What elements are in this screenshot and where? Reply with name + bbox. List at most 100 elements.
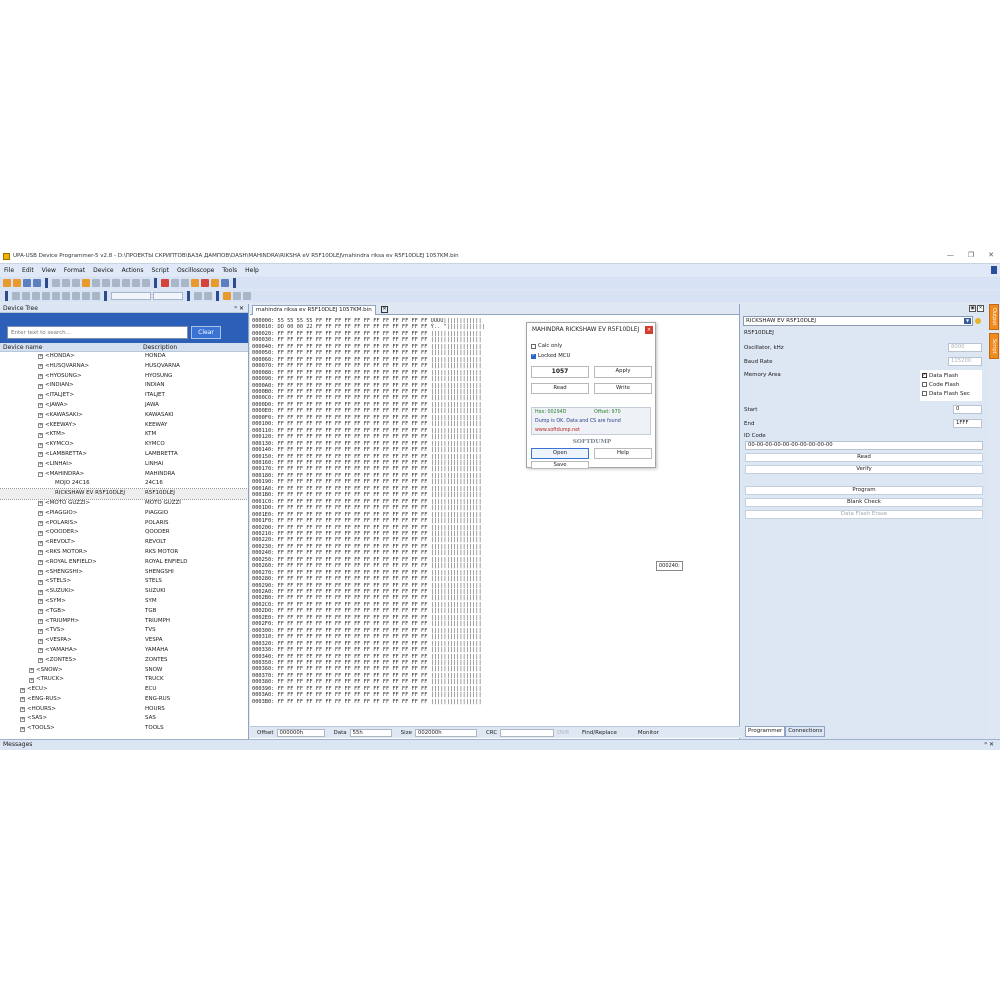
hex-bytes[interactable]: FF FF FF FF FF FF FF FF FF FF FF FF FF F… — [278, 673, 428, 679]
tree-row[interactable]: + <KEEWAY> KEEWAY — [0, 421, 248, 431]
read-button[interactable]: Read — [531, 383, 589, 394]
tree-row[interactable]: + <ROYAL ENFIELD> ROYAL ENFIELD — [0, 558, 248, 568]
hex-bytes[interactable]: FF FF FF FF FF FF FF FF FF FF FF FF FF F… — [278, 615, 428, 621]
hex-ascii[interactable]: |||||||||||||||| — [431, 466, 482, 472]
hex-ascii[interactable]: |||||||||||||||| — [431, 647, 482, 653]
expand-icon[interactable]: + — [38, 374, 43, 379]
hex-ascii[interactable]: |||||||||||||||| — [431, 447, 482, 453]
hex-bytes[interactable]: FF FF FF FF FF FF FF FF FF FF FF FF FF F… — [278, 389, 428, 395]
expand-icon[interactable]: + — [38, 393, 43, 399]
tree-row[interactable]: + <SUZUKI> SUZUKI — [0, 587, 248, 597]
tree-row[interactable]: MOJO 24C16 24C16 — [0, 479, 248, 489]
baud-rate-select[interactable]: 115200 — [948, 357, 982, 366]
hex-ascii[interactable]: |||||||||||||||| — [431, 641, 482, 647]
tree-row[interactable]: + <SAS> SAS — [0, 714, 248, 724]
save-button[interactable]: Save — [531, 461, 589, 469]
expand-icon[interactable]: + — [20, 697, 25, 703]
collapse-icon[interactable]: − — [38, 471, 43, 477]
menu-format[interactable]: Format — [64, 267, 85, 274]
menu-file[interactable]: File — [4, 267, 14, 274]
font-select[interactable] — [111, 292, 151, 300]
tree-row[interactable]: + <MOTO GUZZI> MOTO GUZZI — [0, 499, 248, 509]
minimize-icon[interactable]: — — [947, 251, 954, 259]
hex-bytes[interactable]: FF FF FF FF FF FF FF FF FF FF FF FF FF F… — [278, 383, 428, 389]
hex-bytes[interactable]: FF FF FF FF FF FF FF FF FF FF FF FF FF F… — [278, 447, 428, 453]
expand-icon[interactable]: + — [20, 707, 25, 713]
expand-icon[interactable]: + — [38, 658, 43, 664]
words-icon[interactable] — [82, 292, 90, 300]
hex-bytes[interactable]: FF FF FF FF FF FF FF FF FF FF FF FF FF F… — [278, 337, 428, 343]
hex-ascii[interactable]: |||||||||||||||| — [431, 525, 482, 531]
align-left-icon[interactable] — [22, 292, 30, 300]
hex-bytes[interactable]: FF FF FF FF FF FF FF FF FF FF FF FF FF F… — [278, 557, 428, 563]
locked-mcu-checkbox[interactable]: Locked MCU — [531, 352, 570, 359]
find-replace-tab[interactable]: Find/Replace — [582, 730, 617, 736]
hex-ascii[interactable]: |||||||||||||||| — [431, 408, 482, 414]
hex-bytes[interactable]: FF FF FF FF FF FF FF FF FF FF FF FF FF F… — [278, 363, 428, 369]
expand-icon[interactable]: + — [38, 530, 43, 536]
hex-bytes[interactable]: FF FF FF FF FF FF FF FF FF FF FF FF FF F… — [278, 486, 428, 492]
menu-script[interactable]: Script — [152, 267, 169, 274]
hex-ascii[interactable]: |||||||||||||||| — [431, 402, 482, 408]
data-flash-erase-button[interactable]: Data Flash Erase — [745, 510, 983, 519]
hex-ascii[interactable]: |||||||||||||||| — [431, 518, 482, 524]
menu-edit[interactable]: Edit — [22, 267, 34, 274]
hex-bytes[interactable]: FF FF FF FF FF FF FF FF FF FF FF FF FF F… — [278, 537, 428, 543]
hex-bytes[interactable]: FF FF FF FF FF FF FF FF FF FF FF FF FF F… — [278, 608, 428, 614]
tree-row[interactable]: + <QOODER> QOODER — [0, 528, 248, 538]
help-button[interactable]: Help — [594, 448, 652, 459]
align-center-icon[interactable] — [32, 292, 40, 300]
hex-ascii[interactable]: |||||||||||||||| — [431, 583, 482, 589]
hex-ascii[interactable]: |||||||||||||||| — [431, 550, 482, 556]
info-icon[interactable] — [221, 279, 229, 287]
pin-close-icon[interactable]: ᵖ ✕ — [234, 304, 244, 313]
tree-row[interactable]: + <HYOSUNG> HYOSUNG — [0, 372, 248, 382]
expand-icon[interactable]: + — [38, 609, 43, 615]
tree-row[interactable]: + <SHENGSHI> SHENGSHI — [0, 568, 248, 578]
folder-icon[interactable] — [82, 279, 90, 287]
expand-icon[interactable]: + — [38, 618, 43, 624]
dropdown-icon[interactable] — [243, 292, 251, 300]
hex-bytes[interactable]: FF FF FF FF FF FF FF FF FF FF FF FF FF F… — [278, 441, 428, 447]
hex-ascii[interactable]: |||||||||||||||| — [431, 331, 482, 337]
tree-row[interactable]: + <TGB> TGB — [0, 607, 248, 617]
size-field[interactable]: 002000h — [414, 728, 477, 737]
open-icon[interactable] — [13, 279, 21, 287]
hex-bytes[interactable]: FF FF FF FF FF FF FF FF FF FF FF FF FF F… — [278, 525, 428, 531]
hex-bytes[interactable]: FF FF FF FF FF FF FF FF FF FF FF FF FF F… — [278, 357, 428, 363]
tree-row[interactable]: + <RKS MOTOR> RKS MOTOR — [0, 548, 248, 558]
format-icon[interactable] — [12, 292, 20, 300]
expand-icon[interactable]: + — [38, 520, 43, 526]
hex-bytes[interactable]: FF FF FF FF FF FF FF FF FF FF FF FF FF F… — [278, 699, 428, 705]
hex-bytes[interactable]: FF FF FF FF FF FF FF FF FF FF FF FF FF F… — [278, 583, 428, 589]
chip-write-icon[interactable] — [171, 279, 179, 287]
tab-programmer[interactable]: Programmer — [745, 726, 786, 737]
hex-bytes[interactable]: FF FF FF FF FF FF FF FF FF FF FF FF FF F… — [278, 589, 428, 595]
km-value-field[interactable]: 1057 — [531, 366, 589, 378]
tree-row[interactable]: RICKSHAW EV R5F10DLEJ R5F10DLEJ — [0, 488, 249, 500]
start-field[interactable]: 0 — [953, 405, 982, 414]
hex-ascii[interactable]: |||||||||||||||| — [431, 512, 482, 518]
menu-view[interactable]: View — [42, 267, 56, 274]
bytes-icon[interactable] — [72, 292, 80, 300]
tree-row[interactable]: + <HONDA> HONDA — [0, 352, 248, 362]
expand-icon[interactable]: + — [38, 354, 43, 360]
expand-icon[interactable]: + — [38, 648, 43, 654]
open-button[interactable]: Open — [531, 448, 589, 459]
menu-tools[interactable]: Tools — [222, 267, 237, 274]
script-icon[interactable] — [191, 279, 199, 287]
apply-button[interactable]: Apply — [594, 366, 652, 378]
device-select[interactable]: RICKSHAW EV R5F10DLEJ ▼ — [743, 316, 973, 326]
hex-bytes[interactable]: FF FF FF FF FF FF FF FF FF FF FF FF FF F… — [278, 563, 428, 569]
hex-ascii[interactable]: |||||||||||||||| — [431, 679, 482, 685]
hex-ascii[interactable]: |||||||||||||||| — [431, 376, 482, 382]
tree-row[interactable]: + <YAMAHA> YAMAHA — [0, 646, 248, 656]
hex-ascii[interactable]: |||||||||||||||| — [431, 428, 482, 434]
chevron-down-icon[interactable]: ▼ — [964, 318, 971, 324]
hex-ascii[interactable]: |||||||||||||||| — [431, 415, 482, 421]
settings-icon[interactable] — [211, 279, 219, 287]
menu-oscilloscope[interactable]: Oscilloscope — [177, 267, 214, 274]
hex-bytes[interactable]: FF FF FF FF FF FF FF FF FF FF FF FF FF F… — [278, 350, 428, 356]
find-icon[interactable] — [112, 279, 120, 287]
expand-icon[interactable]: + — [38, 452, 43, 458]
